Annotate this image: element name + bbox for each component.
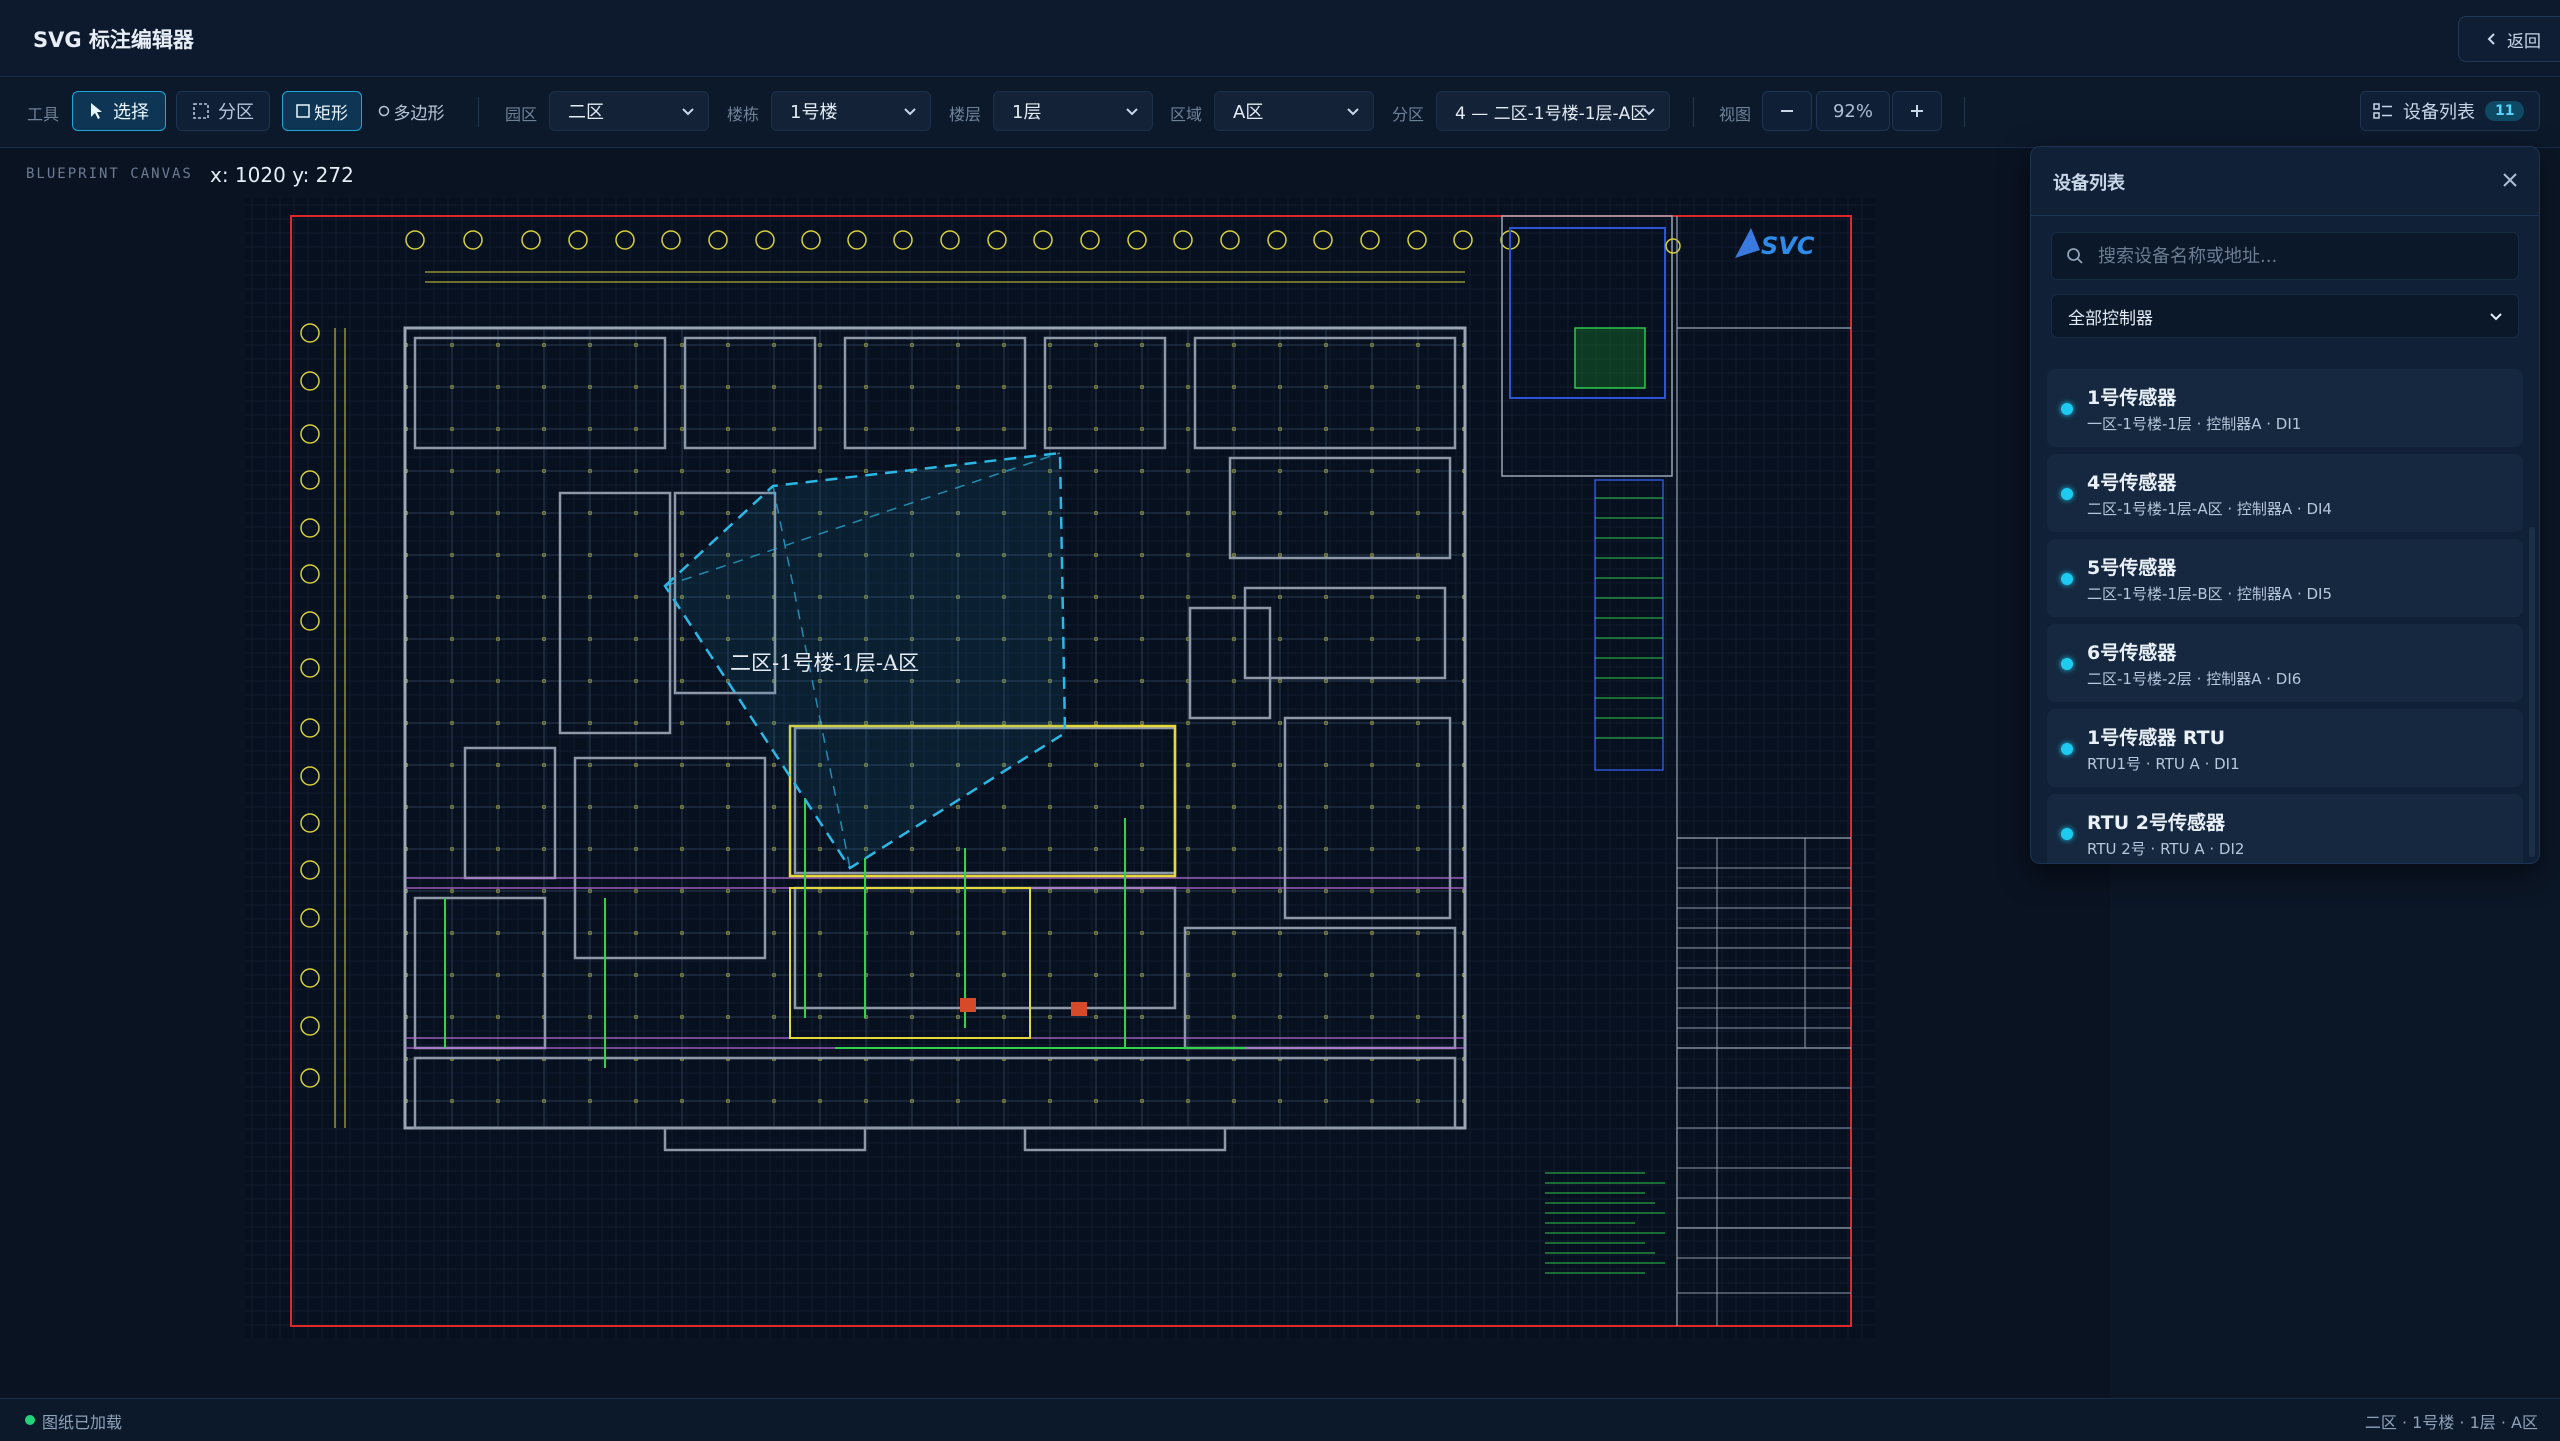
floor-select[interactable]: 1层: [993, 91, 1153, 131]
polygon-tool-button[interactable]: 多边形: [366, 91, 456, 131]
svg-text:SVC: SVC: [1761, 232, 1815, 260]
park-select-value: 二区: [568, 102, 604, 123]
device-meta: 一区-1号楼-1层 · 控制器A · DI1: [2087, 415, 2302, 433]
dashed-square-icon: [193, 103, 209, 119]
device-search-input[interactable]: [2096, 244, 2500, 268]
status-indicator: [25, 1415, 35, 1425]
blueprint-svg: 二区-1号楼-1层-A区 SVC: [245, 198, 1875, 1338]
device-meta: RTU 2号 · RTU A · DI2: [2087, 840, 2245, 858]
building-select[interactable]: 1号楼: [771, 91, 931, 131]
device-meta: RTU1号 · RTU A · DI1: [2087, 755, 2240, 773]
chevron-down-icon: [1643, 108, 1655, 116]
tools-label: 工具: [27, 105, 60, 124]
device-list-item[interactable]: 6号传感器 二区-1号楼-2层 · 控制器A · DI6: [2047, 624, 2523, 702]
select-tool-label: 选择: [113, 102, 149, 123]
status-location: 二区 · 1号楼 · 1层 · A区: [2364, 1413, 2538, 1432]
circle-icon: [378, 105, 389, 117]
partition-tool-button[interactable]: 分区: [176, 91, 270, 131]
device-list: 1号传感器 一区-1号楼-1层 · 控制器A · DI1 4号传感器 二区-1号…: [2047, 369, 2523, 863]
status-dot: [2061, 828, 2073, 840]
device-name: 5号传感器: [2087, 557, 2177, 579]
chevron-down-icon: [1126, 108, 1138, 116]
device-list-item[interactable]: 4号传感器 二区-1号楼-1层-A区 · 控制器A · DI4: [2047, 454, 2523, 532]
device-name: 6号传感器: [2087, 642, 2177, 664]
panel-title: 设备列表: [2053, 173, 2125, 194]
title-bar: SVG 标注编辑器 返回: [0, 0, 2560, 77]
panel-scrollbar[interactable]: [2529, 527, 2535, 857]
device-search: [2051, 232, 2519, 280]
device-name: RTU 2号传感器: [2087, 812, 2226, 834]
floor-label: 楼层: [949, 105, 982, 124]
status-dot: [2061, 488, 2073, 500]
partition-tool-label: 分区: [218, 102, 254, 123]
minus-icon: [1781, 110, 1793, 112]
rectangle-icon: [296, 104, 310, 118]
controller-filter-select[interactable]: 全部控制器: [2051, 294, 2519, 338]
device-count-badge: 11: [2485, 101, 2525, 121]
close-icon[interactable]: [2497, 167, 2523, 193]
device-name: 1号传感器: [2087, 387, 2177, 409]
device-list-item[interactable]: 1号传感器 RTU RTU1号 · RTU A · DI1: [2047, 709, 2523, 787]
building-label: 楼栋: [727, 105, 760, 124]
back-label: 返回: [2507, 31, 2541, 52]
cursor-icon: [91, 103, 102, 119]
app-title: SVG 标注编辑器: [33, 28, 194, 52]
status-bar: 图纸已加载 二区 · 1号楼 · 1层 · A区: [0, 1398, 2560, 1441]
status-dot: [2061, 658, 2073, 670]
chevron-down-icon: [904, 108, 916, 116]
zoom-level: 92%: [1816, 91, 1890, 131]
chevron-down-icon: [1347, 108, 1359, 116]
region-select-value: A区: [1233, 102, 1264, 123]
list-icon: [2373, 103, 2392, 119]
zoom-in-button[interactable]: [1892, 91, 1942, 131]
device-list-panel: 设备列表 全部控制器 1号传感器 一区-1号楼-1层 · 控制器A · DI1 …: [2030, 146, 2540, 864]
device-list-toggle[interactable]: 设备列表 11: [2360, 91, 2540, 131]
device-list-item[interactable]: 5号传感器 二区-1号楼-1层-B区 · 控制器A · DI5: [2047, 539, 2523, 617]
toolbar-divider: [1964, 97, 1965, 127]
status-dot: [2061, 403, 2073, 415]
building-select-value: 1号楼: [790, 102, 838, 123]
park-select[interactable]: 二区: [549, 91, 709, 131]
subzone-select[interactable]: 4 — 二区-1号楼-1层-A区: [1436, 91, 1670, 131]
chevron-left-icon: [2487, 33, 2495, 45]
toolbar-divider: [1693, 97, 1694, 127]
device-name: 4号传感器: [2087, 472, 2177, 494]
device-meta: 二区-1号楼-1层-B区 · 控制器A · DI5: [2087, 585, 2333, 603]
select-tool-button[interactable]: 选择: [72, 91, 166, 131]
controller-filter-value: 全部控制器: [2068, 308, 2153, 329]
zone-label[interactable]: 二区-1号楼-1层-A区: [730, 651, 919, 675]
device-meta: 二区-1号楼-1层-A区 · 控制器A · DI4: [2087, 500, 2332, 518]
search-icon: [2067, 248, 2083, 264]
device-name: 1号传感器 RTU: [2087, 727, 2226, 749]
region-label: 区域: [1170, 105, 1203, 124]
subzone-select-value: 4 — 二区-1号楼-1层-A区: [1455, 103, 1648, 124]
status-text: 图纸已加载: [42, 1413, 123, 1432]
device-meta: 二区-1号楼-2层 · 控制器A · DI6: [2087, 670, 2302, 688]
plus-icon: [1911, 105, 1923, 117]
chevron-down-icon: [2490, 313, 2502, 321]
device-list-item[interactable]: 1号传感器 一区-1号楼-1层 · 控制器A · DI1: [2047, 369, 2523, 447]
chevron-down-icon: [682, 108, 694, 116]
floor-select-value: 1层: [1012, 102, 1042, 123]
view-label: 视图: [1719, 105, 1752, 124]
zoom-out-button[interactable]: [1762, 91, 1812, 131]
polygon-tool-label: 多边形: [393, 103, 445, 124]
back-button[interactable]: 返回: [2458, 16, 2560, 62]
region-select[interactable]: A区: [1214, 91, 1374, 131]
device-list-toggle-label: 设备列表: [2403, 102, 2475, 123]
toolbar: 工具 选择 分区 矩形 多边形 园区 二区 楼栋 1号楼 楼层 1层 区域 A区…: [0, 77, 2560, 148]
subzone-label: 分区: [1392, 105, 1425, 124]
blueprint-drawing[interactable]: 二区-1号楼-1层-A区 SVC: [245, 198, 1875, 1338]
park-label: 园区: [505, 105, 538, 124]
panel-header: 设备列表: [2031, 147, 2539, 216]
canvas-label: BLUEPRINT CANVAS: [26, 166, 193, 182]
cursor-coordinates: x: 1020 y: 272: [210, 163, 354, 187]
device-list-item[interactable]: RTU 2号传感器 RTU 2号 · RTU A · DI2: [2047, 794, 2523, 863]
rect-tool-button[interactable]: 矩形: [282, 91, 362, 131]
status-dot: [2061, 743, 2073, 755]
rect-tool-label: 矩形: [314, 103, 348, 124]
toolbar-divider: [478, 97, 479, 127]
status-dot: [2061, 573, 2073, 585]
